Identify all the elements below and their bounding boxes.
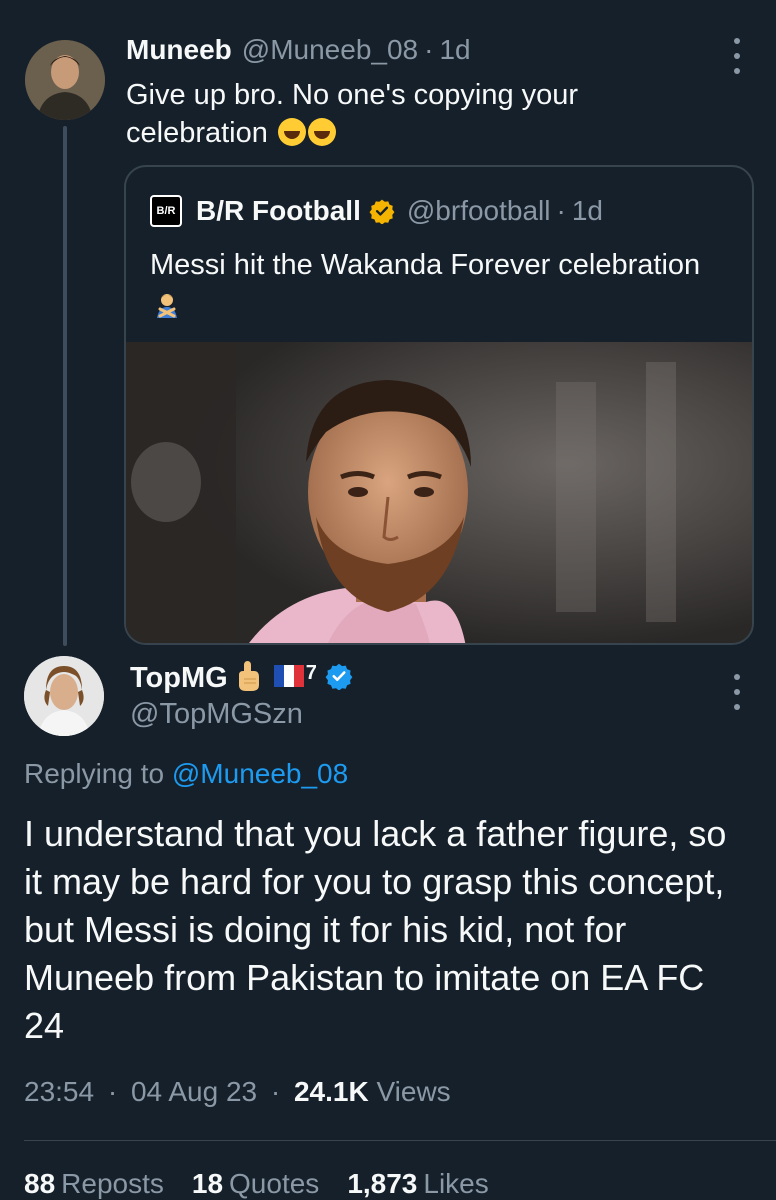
pointing-up-hand-emoji-icon [234, 659, 262, 698]
quoted-tweet-card[interactable]: B/R B/R Football @brfootball · 1d Messi … [124, 165, 754, 645]
quotes-stat[interactable]: 18 Quotes [192, 1168, 319, 1200]
views-count: 24.1K [293, 1076, 369, 1107]
reply-tweet-text: I understand that you lack a father figu… [24, 813, 727, 1046]
separator-dot: · [424, 34, 434, 65]
views-label: Views [376, 1076, 451, 1107]
separator-dot: · [270, 1076, 281, 1107]
quoted-author-handle: @brfootball [406, 195, 551, 226]
tweet-metadata: 23:54 · 04 Aug 23 · 24.1K Views [24, 1076, 451, 1108]
likes-label: Likes [423, 1168, 489, 1199]
superscript-number: 7 [305, 662, 317, 684]
br-football-logo: B/R [150, 195, 182, 227]
parent-tweet[interactable]: Muneeb @Muneeb_08 · 1d Give up bro. No o… [0, 0, 776, 646]
replying-to-line: Replying to @Muneeb_08 [24, 758, 348, 790]
quotes-label: Quotes [229, 1168, 320, 1199]
replying-to-label: Replying to [24, 758, 165, 789]
verified-badge-icon [325, 662, 353, 695]
avatar[interactable] [25, 40, 105, 120]
reply-author-row: TopMG 7 [130, 658, 353, 698]
tweet-timestamp[interactable]: 1d [439, 34, 470, 66]
author-name[interactable]: TopMG [130, 662, 228, 695]
author-handle[interactable]: @TopMGSzn [130, 698, 303, 731]
tweet-detail-page: Muneeb @Muneeb_08 · 1d Give up bro. No o… [0, 0, 776, 1200]
laughing-emoji-icon [307, 118, 336, 146]
quoted-tweet-header: B/R B/R Football @brfootball · 1d [150, 191, 603, 231]
reposts-stat[interactable]: 88 Reposts [24, 1168, 164, 1200]
france-flag-icon [273, 664, 304, 692]
messi-photo[interactable] [126, 342, 752, 643]
quoted-tweet-text: Messi hit the Wakanda Forever celebratio… [150, 249, 701, 281]
likes-count: 1,873 [347, 1168, 418, 1199]
tweet-time[interactable]: 23:54 [24, 1076, 94, 1107]
separator-dot: · [107, 1076, 118, 1107]
tweet-date[interactable]: 04 Aug 23 [131, 1076, 257, 1107]
divider [24, 1140, 776, 1141]
quoted-tweet-timestamp: 1d [571, 195, 603, 226]
avatar[interactable] [24, 656, 104, 736]
parent-tweet-body: Give up bro. No one's copying your celeb… [126, 76, 726, 152]
more-options-icon[interactable] [730, 674, 744, 710]
more-options-icon[interactable] [730, 38, 744, 74]
quoted-author-name: B/R Football [196, 195, 361, 226]
reposts-label: Reposts [61, 1168, 164, 1199]
likes-stat[interactable]: 1,873 Likes [347, 1168, 488, 1200]
parent-tweet-header: Muneeb @Muneeb_08 · 1d [126, 34, 471, 74]
quotes-count: 18 [191, 1168, 224, 1199]
separator-dot: · [556, 195, 566, 226]
quoted-tweet-body: Messi hit the Wakanda Forever celebratio… [150, 245, 710, 325]
author-name[interactable]: Muneeb [126, 34, 232, 66]
thread-connector-line [63, 126, 67, 646]
laughing-emoji-icon [277, 118, 306, 146]
tweet-text: Give up bro. No one's copying your celeb… [126, 79, 579, 149]
person-gesturing-no-emoji-icon [154, 289, 180, 318]
author-handle[interactable]: @Muneeb_08 [242, 34, 418, 66]
engagement-stats: 88 Reposts 18 Quotes 1,873 Likes [24, 1168, 489, 1200]
reply-tweet[interactable]: TopMG 7 @TopMGSzn Replying to @Muneeb_08… [0, 640, 776, 1200]
gold-verified-badge-icon [369, 198, 395, 225]
replying-to-mention-link[interactable]: @Muneeb_08 [172, 758, 348, 789]
reposts-count: 88 [24, 1168, 56, 1199]
